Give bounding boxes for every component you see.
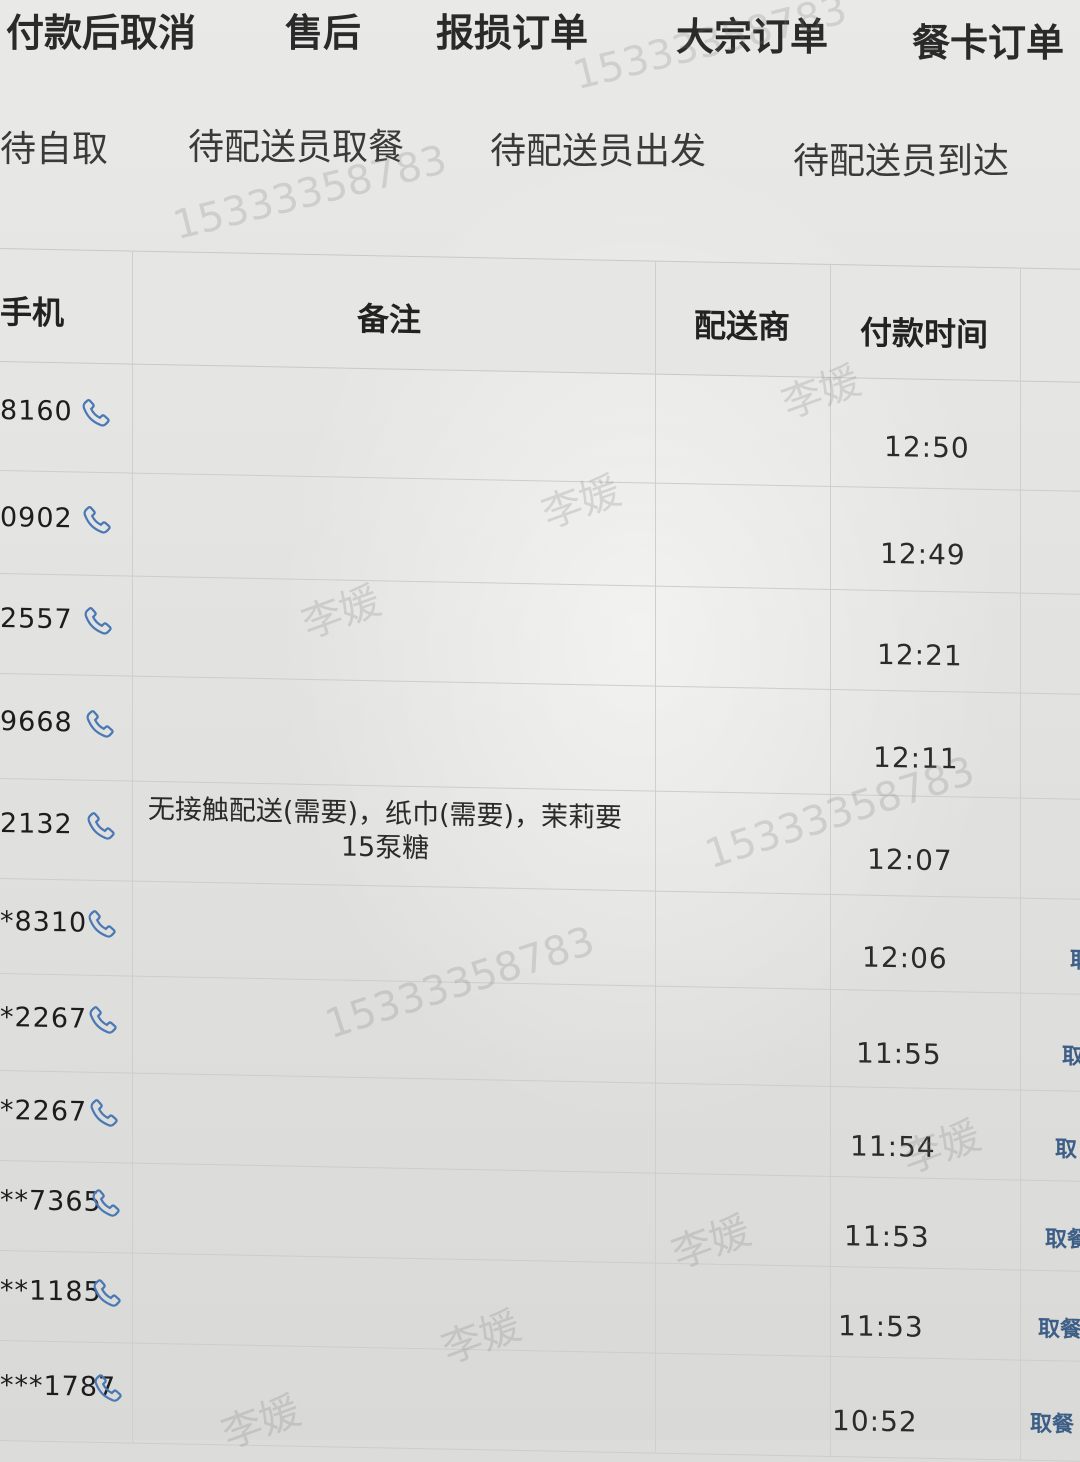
phone-icon[interactable]: [78, 396, 112, 431]
phone-icon[interactable]: [80, 605, 114, 640]
phone-icon[interactable]: [84, 908, 118, 943]
table-row[interactable]: 8160 12:50: [0, 360, 1080, 492]
phone-number: 0902: [0, 502, 73, 535]
header-paid-time: 付款时间: [860, 313, 989, 354]
phone-number: 8160: [0, 395, 73, 428]
paid-time: 12:21: [877, 637, 963, 673]
paid-time: 11:53: [838, 1309, 924, 1344]
pickup-action-button[interactable]: 取: [1070, 943, 1080, 975]
phone-number: *2267: [0, 1095, 88, 1128]
tab-meal-card-orders[interactable]: 餐卡订单: [912, 12, 1064, 67]
tab-bulk-orders[interactable]: 大宗订单: [676, 6, 828, 61]
phone-icon[interactable]: [83, 810, 117, 845]
paid-time: 12:50: [884, 429, 970, 465]
phone-number: *8310: [0, 906, 88, 939]
header-note: 备注: [357, 299, 422, 340]
paid-time: 12:49: [880, 536, 966, 572]
phone-number: *2267: [0, 1002, 88, 1035]
tab-awaiting-courier-departure[interactable]: 待配送员出发: [490, 122, 706, 174]
top-tab-bar: 付款后取消 售后 报损订单 大宗订单 餐卡订单: [0, 0, 1080, 92]
phone-icon[interactable]: [82, 708, 116, 743]
tab-awaiting-courier-pickup[interactable]: 待配送员取餐: [188, 118, 404, 170]
paid-time: 10:52: [832, 1403, 918, 1439]
paid-time: 11:55: [856, 1036, 942, 1072]
tab-post-payment-cancel[interactable]: 付款后取消: [6, 2, 196, 57]
paid-time: 12:11: [873, 740, 959, 776]
phone-icon[interactable]: [79, 504, 113, 539]
phone-number: 2557: [0, 603, 73, 636]
orders-table: 手机 备注 配送商 付款时间 8160 12:50 0902 12:49 2557 12:…: [0, 248, 1080, 1462]
phone-icon[interactable]: [88, 1187, 122, 1222]
tab-awaiting-courier-arrival[interactable]: 待配送员到达: [793, 132, 1009, 184]
tab-damaged-orders[interactable]: 报损订单: [436, 2, 588, 57]
pickup-action-button[interactable]: 取餐: [1038, 1311, 1080, 1344]
pickup-action-button[interactable]: 取: [1062, 1038, 1080, 1070]
phone-icon[interactable]: [90, 1372, 124, 1407]
paid-time: 11:54: [850, 1129, 936, 1164]
paid-time: 11:53: [844, 1219, 930, 1254]
phone-icon[interactable]: [85, 1004, 119, 1039]
phone-number: **1185: [0, 1275, 102, 1308]
phone-icon[interactable]: [89, 1277, 123, 1312]
paid-time: 12:06: [862, 940, 948, 976]
order-note: 无接触配送(需要)，纸巾(需要)，茉莉要15泵糖: [147, 793, 623, 865]
pickup-action-button[interactable]: 取餐: [1045, 1221, 1080, 1254]
phone-number: 9668: [0, 706, 73, 739]
pickup-action-button[interactable]: 取餐: [1030, 1406, 1074, 1439]
tab-awaiting-self-pickup[interactable]: 待自取: [0, 120, 108, 172]
phone-number: **7365: [0, 1185, 102, 1218]
table-row[interactable]: ***1787 10:52 取餐: [0, 1340, 1080, 1462]
phone-number: 2132: [0, 808, 73, 841]
tab-after-sales[interactable]: 售后: [285, 2, 361, 57]
header-courier: 配送商: [694, 306, 791, 347]
paid-time: 12:07: [867, 842, 953, 878]
status-tab-bar: 待自取 待配送员取餐 待配送员出发 待配送员到达: [0, 104, 1080, 194]
pickup-action-button[interactable]: 取: [1055, 1131, 1077, 1163]
header-phone: 手机: [0, 293, 65, 333]
screen: 付款后取消 售后 报损订单 大宗订单 餐卡订单 待自取 待配送员取餐 待配送员出…: [0, 0, 1080, 1462]
phone-icon[interactable]: [86, 1097, 120, 1132]
